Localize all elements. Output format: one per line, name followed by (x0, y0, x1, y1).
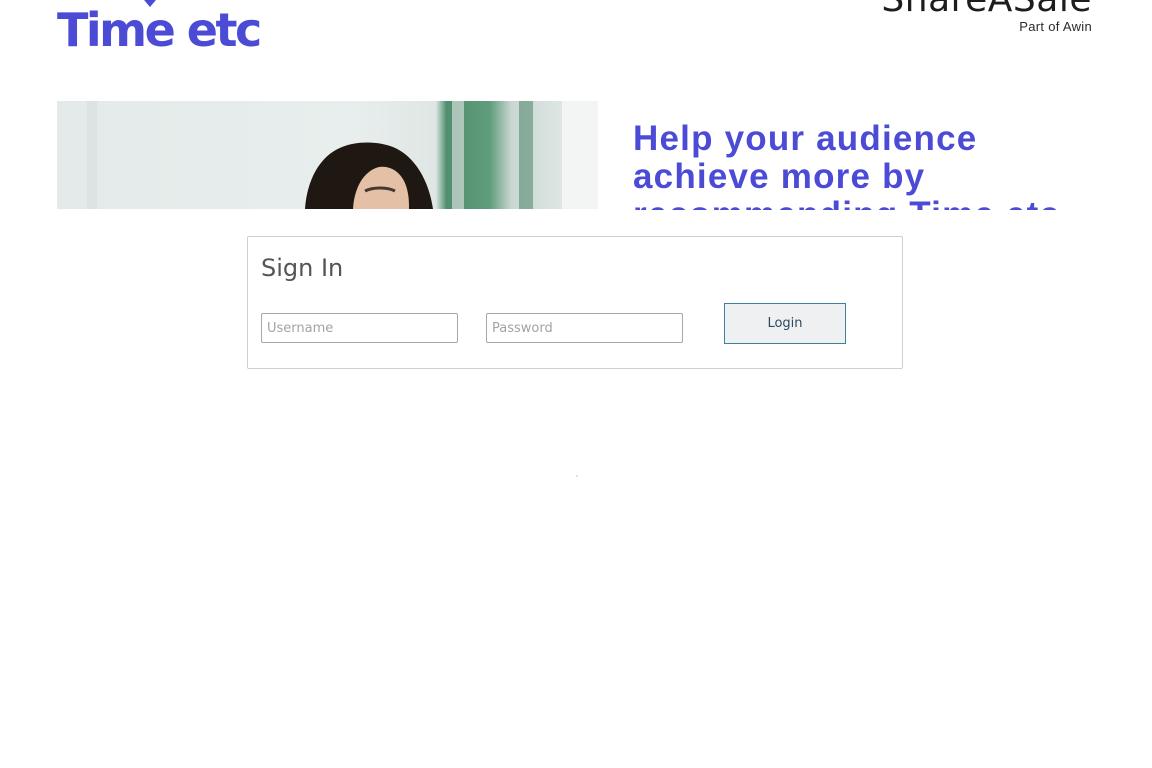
partner-logo: ShareASale Part of Awin (832, 0, 1092, 34)
brand-logo[interactable]: Time etc (57, 0, 262, 58)
signin-panel: Sign In Login (247, 236, 903, 369)
brand-logo-text: Time etc (57, 3, 262, 57)
password-input[interactable] (486, 313, 683, 343)
login-button[interactable]: Login (724, 303, 846, 344)
partner-logo-text: ShareASale (832, 0, 1092, 20)
page: Time etc ShareASale Part of Awin Help yo… (0, 0, 1152, 768)
signin-title: Sign In (261, 254, 344, 282)
decorative-dot (576, 475, 578, 477)
woman-portrait-photo (57, 101, 598, 209)
username-input[interactable] (261, 313, 458, 343)
hero-heading: Help your audience achieve more by recom… (633, 120, 1059, 210)
partner-logo-subtext: Part of Awin (1019, 19, 1092, 34)
